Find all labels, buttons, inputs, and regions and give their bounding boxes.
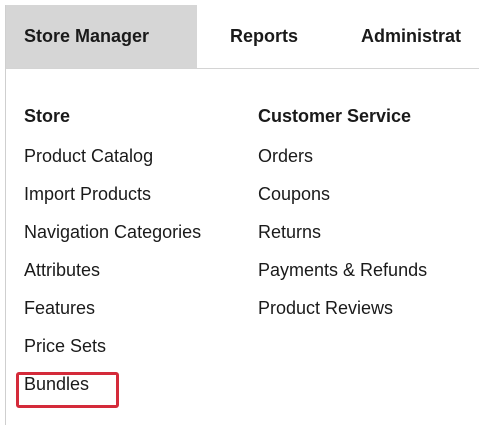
menu-item-returns[interactable]: Returns — [258, 220, 427, 258]
menu-item-label: Attributes — [24, 260, 101, 280]
menu-item-label: Coupons — [258, 184, 331, 204]
menu-item-label: Import Products — [24, 184, 152, 204]
menu-item-payments-refunds[interactable]: Payments & Refunds — [258, 258, 427, 296]
menu-item-price-sets[interactable]: Price Sets — [24, 334, 201, 372]
menu-item-label: Payments & Refunds — [258, 260, 428, 280]
store-heading: Store — [24, 106, 71, 126]
menu-item-coupons[interactable]: Coupons — [258, 182, 427, 220]
menu-item-import-products[interactable]: Import Products — [24, 182, 201, 220]
menu-frame: Store Manager Reports Administrat Store … — [5, 5, 479, 425]
customer-service-column: Customer Service Orders Coupons Returns … — [258, 104, 427, 334]
menu-item-label: Price Sets — [24, 336, 107, 356]
menu-item-label: Returns — [258, 222, 322, 242]
store-manager-dropdown: Store Product Catalog Import Products Na… — [6, 69, 479, 425]
tab-administration[interactable]: Administrat — [343, 5, 479, 68]
menu-item-bundles[interactable]: Bundles — [24, 372, 201, 410]
top-nav-bar: Store Manager Reports Administrat — [6, 5, 479, 69]
customer-service-heading: Customer Service — [258, 106, 412, 126]
store-column: Store Product Catalog Import Products Na… — [24, 104, 201, 410]
menu-item-label: Navigation Categories — [24, 222, 202, 242]
tab-store-manager[interactable]: Store Manager — [6, 5, 197, 68]
menu-item-product-catalog[interactable]: Product Catalog — [24, 144, 201, 182]
menu-item-label: Orders — [258, 146, 314, 166]
menu-item-navigation-categories[interactable]: Navigation Categories — [24, 220, 201, 258]
menu-item-attributes[interactable]: Attributes — [24, 258, 201, 296]
menu-item-product-reviews[interactable]: Product Reviews — [258, 296, 427, 334]
menu-item-label: Bundles — [24, 374, 90, 394]
menu-item-label: Features — [24, 298, 96, 318]
menu-item-orders[interactable]: Orders — [258, 144, 427, 182]
menu-item-features[interactable]: Features — [24, 296, 201, 334]
menu-item-label: Product Reviews — [258, 298, 394, 318]
menu-item-label: Product Catalog — [24, 146, 154, 166]
tab-reports[interactable]: Reports — [197, 5, 343, 68]
